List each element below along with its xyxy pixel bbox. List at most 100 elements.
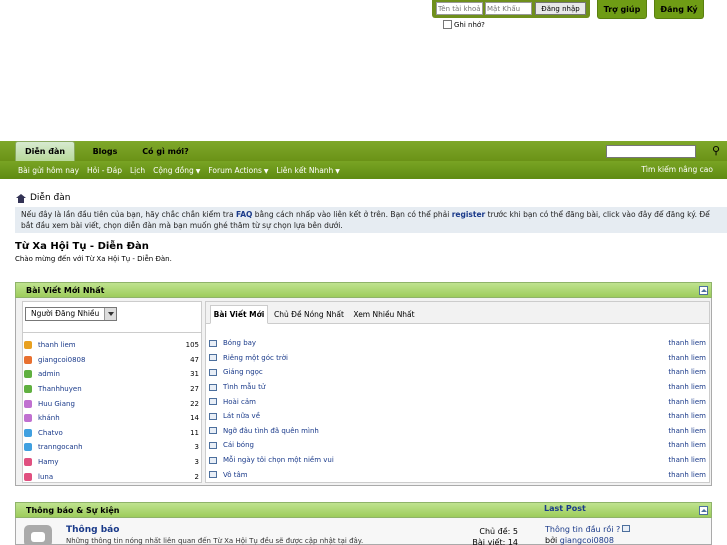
thread-icon xyxy=(209,383,217,391)
thread-row: Hoài cảm thanh liem xyxy=(206,394,709,409)
thread-author[interactable]: thanh liem xyxy=(668,412,706,420)
thread-author[interactable]: thanh liem xyxy=(668,354,706,362)
user-status-icon xyxy=(24,443,32,452)
subnav-todays-posts[interactable]: Bài gửi hôm nay xyxy=(18,166,79,175)
faq-link[interactable]: FAQ xyxy=(236,210,252,219)
thread-title[interactable]: Bóng bay xyxy=(223,339,256,347)
poster-name[interactable]: Chatvo xyxy=(38,429,63,437)
chevron-down-icon[interactable] xyxy=(104,308,116,320)
last-post-user-link[interactable]: giangcoi0808 xyxy=(560,536,614,545)
thread-title[interactable]: Hoài cảm xyxy=(223,398,256,406)
poster-name[interactable]: khánh xyxy=(38,414,60,422)
thread-row: Giáng ngọc thanh liem xyxy=(206,365,709,380)
tab-forum[interactable]: Diễn đàn xyxy=(15,141,75,161)
login-button[interactable]: Đăng nhập xyxy=(535,2,586,15)
thread-row: Mỗi ngày tôi chọn một niềm vui thanh liem xyxy=(206,453,709,468)
subnav-community-label: Cộng đồng xyxy=(153,165,194,175)
poster-row: giangcoi0808 47 xyxy=(23,353,201,368)
page-title: Từ Xa Hội Tụ - Diễn Đàn xyxy=(15,241,149,252)
thread-row: Vô tâm thanh liem xyxy=(206,467,709,482)
thread-title[interactable]: Vô tâm xyxy=(223,471,248,479)
poster-name[interactable]: admin xyxy=(38,370,60,378)
tab-hottest[interactable]: Chủ Đề Nóng Nhất xyxy=(272,305,346,324)
chevron-down-icon: ▼ xyxy=(195,167,201,175)
password-input[interactable] xyxy=(485,2,532,15)
last-post-title[interactable]: Thông tin đầu rồi ? xyxy=(545,525,631,534)
header xyxy=(0,0,727,141)
user-status-icon xyxy=(24,370,32,379)
thread-title[interactable]: Giáng ngọc xyxy=(223,368,263,376)
posts-count: Bài viết: 14 xyxy=(472,538,518,545)
go-to-post-icon[interactable] xyxy=(622,525,631,532)
poster-select[interactable]: Người Đăng Nhiều xyxy=(25,307,117,321)
poster-row: thanh liem 105 xyxy=(23,338,201,353)
forum-description: Những thông tin nóng nhất liên quan đến … xyxy=(66,537,364,545)
thread-row: Riêng một góc trời thanh liem xyxy=(206,351,709,366)
thread-title[interactable]: Cái bóng xyxy=(223,441,254,449)
poster-row: Thanhhuyen 27 xyxy=(23,382,201,397)
user-status-icon xyxy=(24,428,32,437)
tab-most-viewed[interactable]: Xem Nhiều Nhất xyxy=(352,305,416,324)
subnav-forum-actions[interactable]: Forum Actions ▼ xyxy=(208,166,268,175)
home-icon[interactable] xyxy=(16,193,26,203)
search-icon[interactable]: ⚲ xyxy=(708,143,724,159)
thread-author[interactable]: thanh liem xyxy=(668,427,706,435)
subnav-quick-links[interactable]: Liên kết Nhanh ▼ xyxy=(277,166,340,175)
breadcrumb-current: Diễn đàn xyxy=(30,193,71,203)
thread-author[interactable]: thanh liem xyxy=(668,471,706,479)
collapse-icon[interactable] xyxy=(699,506,708,515)
thread-title[interactable]: Ngỡ đâu tình đã quên mình xyxy=(223,427,319,435)
top-posters-panel: Người Đăng Nhiều thanh liem 105 giangcoi08… xyxy=(22,301,202,483)
thread-row: Cái bóng thanh liem xyxy=(206,438,709,453)
thread-icon xyxy=(209,427,217,435)
username-input[interactable] xyxy=(436,2,483,15)
thread-author[interactable]: thanh liem xyxy=(668,368,706,376)
poster-row: Chatvo 11 xyxy=(23,426,201,441)
thread-author[interactable]: thanh liem xyxy=(668,339,706,347)
register-button[interactable]: Đăng Ký xyxy=(654,0,704,19)
latest-posts-title: Bài Viết Mới Nhất xyxy=(26,285,105,295)
poster-count: 2 xyxy=(194,472,199,481)
thread-title[interactable]: Lát nữa về xyxy=(223,412,260,420)
poster-name[interactable]: thanh liem xyxy=(38,341,76,349)
collapse-icon[interactable] xyxy=(699,286,708,295)
thread-icon xyxy=(209,412,217,420)
thread-title[interactable]: Riêng một góc trời xyxy=(223,354,288,362)
thread-author[interactable]: thanh liem xyxy=(668,398,706,406)
tab-blogs[interactable]: Blogs xyxy=(82,141,128,161)
subnav-faq[interactable]: Hỏi - Đáp xyxy=(87,166,122,175)
poster-name[interactable]: Huu Giang xyxy=(38,400,75,408)
poster-count: 47 xyxy=(190,355,199,364)
subnav-quick-links-label: Liên kết Nhanh xyxy=(276,165,334,175)
forum-title[interactable]: Thông báo xyxy=(66,525,119,535)
poster-name[interactable]: luna xyxy=(38,473,53,481)
poster-count: 105 xyxy=(185,341,199,350)
last-post-column-label: Last Post xyxy=(544,504,586,513)
thread-title[interactable]: Tình mẫu tử xyxy=(223,383,265,391)
thread-author[interactable]: thanh liem xyxy=(668,383,706,391)
poster-count: 3 xyxy=(194,443,199,452)
subnav-calendar[interactable]: Lịch xyxy=(130,166,145,175)
thread-icon xyxy=(209,398,217,406)
help-button[interactable]: Trợ giúp xyxy=(597,0,647,19)
poster-name[interactable]: Hamy xyxy=(38,458,59,466)
poster-count: 27 xyxy=(190,385,199,394)
thread-title[interactable]: Mỗi ngày tôi chọn một niềm vui xyxy=(223,456,334,464)
poster-name[interactable]: tranngocanh xyxy=(38,443,83,451)
poster-name[interactable]: giangcoi0808 xyxy=(38,356,85,364)
remember-me[interactable]: Ghi nhớ? xyxy=(443,20,485,29)
poster-count: 31 xyxy=(190,370,199,379)
thread-author[interactable]: thanh liem xyxy=(668,456,706,464)
tab-new-posts[interactable]: Bài Viết Mới xyxy=(210,305,268,324)
subnav-community[interactable]: Cộng đồng ▼ xyxy=(153,166,200,175)
forum-category-title[interactable]: Thông báo & Sự kiện xyxy=(26,506,119,515)
register-link[interactable]: register xyxy=(452,210,486,219)
poster-name[interactable]: Thanhhuyen xyxy=(38,385,82,393)
tab-whats-new[interactable]: Có gì mới? xyxy=(138,141,193,161)
poster-row: khánh 14 xyxy=(23,411,201,426)
thread-author[interactable]: thanh liem xyxy=(668,441,706,449)
search-input[interactable] xyxy=(606,145,696,158)
last-post-by-label: bởi xyxy=(545,536,560,545)
advanced-search-link[interactable]: Tìm kiếm nâng cao xyxy=(641,165,713,174)
remember-checkbox[interactable] xyxy=(443,20,452,29)
